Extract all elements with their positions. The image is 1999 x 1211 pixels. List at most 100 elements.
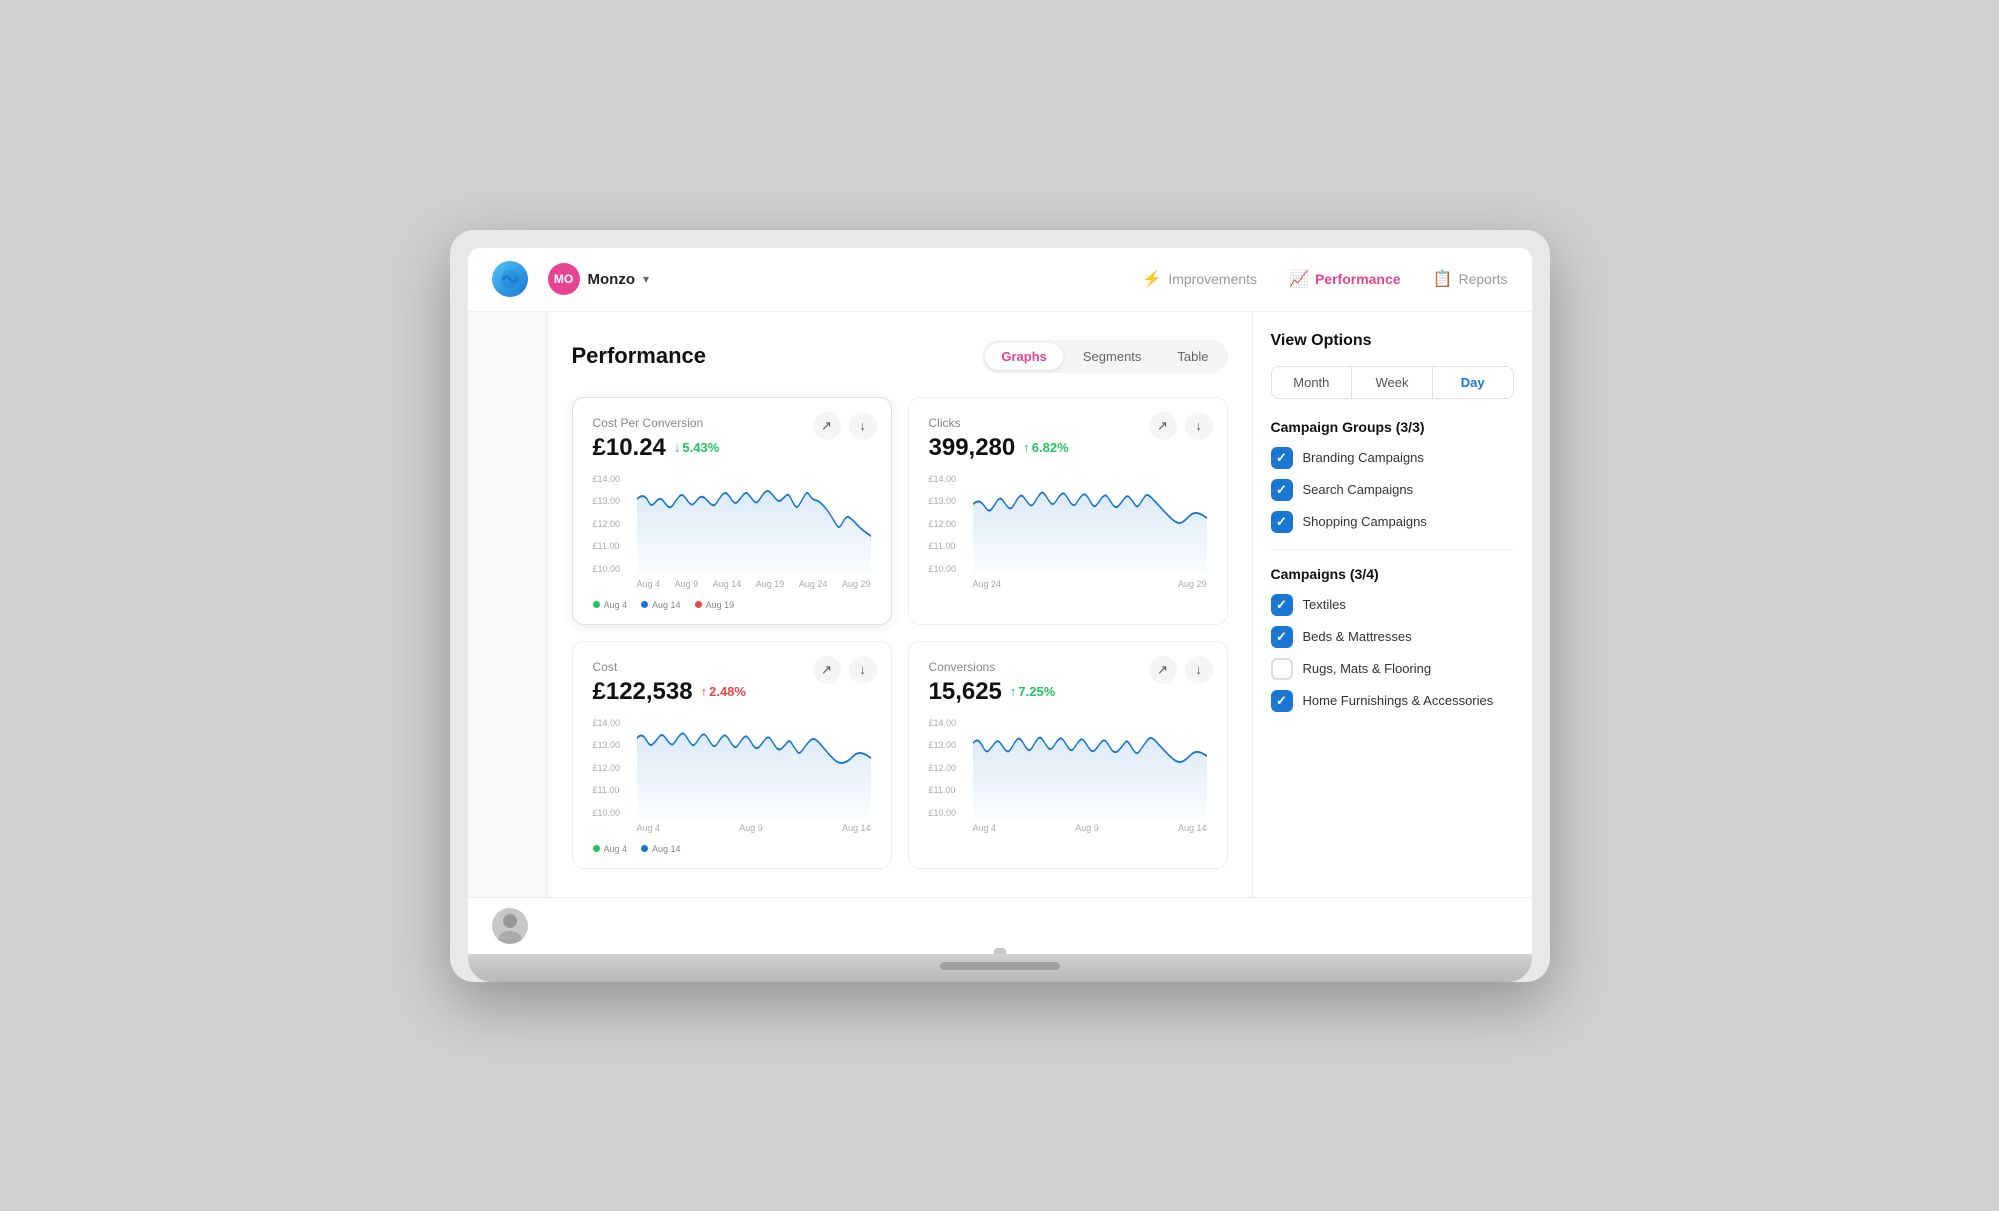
download-button-cpc[interactable]: ↓ bbox=[849, 412, 877, 440]
expand-button-conversions[interactable]: ↗ bbox=[1149, 656, 1177, 684]
view-options-row: Month Week Day bbox=[1271, 366, 1514, 399]
expand-button-cost[interactable]: ↗ bbox=[813, 656, 841, 684]
chart-area-conversions bbox=[973, 718, 1207, 818]
tab-segments[interactable]: Segments bbox=[1067, 343, 1158, 370]
chart-y-labels-cpc: £14.00 £13.00 £12.00 £11.00 £10.00 bbox=[593, 474, 637, 574]
checkbox-textiles[interactable]: ✓ Textiles bbox=[1271, 594, 1514, 616]
metric-value-clicks: 399,280 bbox=[929, 434, 1016, 462]
nav-items: ⚡ Improvements 📈 Performance 📋 Reports bbox=[1142, 269, 1507, 289]
checkbox-shopping[interactable]: ✓ Shopping Campaigns bbox=[1271, 511, 1514, 533]
view-tabs: Graphs Segments Table bbox=[982, 340, 1227, 373]
metric-change-cost: ↑ 2.48% bbox=[701, 684, 746, 699]
brand-avatar: MO bbox=[548, 263, 580, 295]
chart-x-labels-cpc: Aug 4 Aug 9 Aug 14 Aug 19 Aug 24 Aug 29 bbox=[637, 574, 871, 594]
legend-aug19: Aug 19 bbox=[695, 600, 735, 610]
metric-actions-clicks: ↗ ↓ bbox=[1149, 412, 1213, 440]
chart-area-clicks bbox=[973, 474, 1207, 574]
checkbox-label-search: Search Campaigns bbox=[1303, 482, 1414, 497]
sidebar bbox=[468, 312, 548, 897]
download-button-clicks[interactable]: ↓ bbox=[1185, 412, 1213, 440]
chart-area-cost bbox=[637, 718, 871, 818]
divider-1 bbox=[1271, 549, 1514, 550]
download-button-conversions[interactable]: ↓ bbox=[1185, 656, 1213, 684]
chart-y-labels-clicks: £14.00 £13.00 £12.00 £11.00 £10.00 bbox=[929, 474, 973, 574]
checkbox-label-shopping: Shopping Campaigns bbox=[1303, 514, 1427, 529]
tab-graphs[interactable]: Graphs bbox=[985, 343, 1063, 370]
chart-x-labels-cost: Aug 4 Aug 9 Aug 14 bbox=[637, 818, 871, 838]
check-icon-shopping: ✓ bbox=[1276, 514, 1287, 530]
up-arrow-icon-conversions: ↑ bbox=[1010, 684, 1017, 699]
right-panel: View Options Month Week Day Campaign Gro… bbox=[1252, 312, 1532, 897]
nav-brand[interactable]: MO Monzo ▾ bbox=[548, 263, 650, 295]
legend-cost-aug14: Aug 14 bbox=[641, 844, 681, 854]
checkbox-rugs[interactable]: Rugs, Mats & Flooring bbox=[1271, 658, 1514, 680]
checkbox-label-textiles: Textiles bbox=[1303, 597, 1346, 612]
panel-title: View Options bbox=[1271, 332, 1514, 350]
metric-card-cost-per-conversion: Cost Per Conversion £10.24 ↓ 5.43% ↗ bbox=[572, 397, 892, 625]
checkbox-label-home: Home Furnishings & Accessories bbox=[1303, 693, 1494, 708]
nav-item-reports[interactable]: 📋 Reports bbox=[1433, 269, 1508, 289]
metric-card-clicks: Clicks 399,280 ↑ 6.82% ↗ ↓ bbox=[908, 397, 1228, 625]
checkbox-search[interactable]: ✓ Search Campaigns bbox=[1271, 479, 1514, 501]
checkbox-branding[interactable]: ✓ Branding Campaigns bbox=[1271, 447, 1514, 469]
nav-item-improvements[interactable]: ⚡ Improvements bbox=[1142, 269, 1257, 289]
expand-button-cpc[interactable]: ↗ bbox=[813, 412, 841, 440]
laptop-base bbox=[468, 954, 1532, 982]
chart-y-labels-cost: £14.00 £13.00 £12.00 £11.00 £10.00 bbox=[593, 718, 637, 818]
metric-actions-cpc: ↗ ↓ bbox=[813, 412, 877, 440]
brand-dropdown-icon: ▾ bbox=[643, 272, 649, 286]
metrics-grid: Cost Per Conversion £10.24 ↓ 5.43% ↗ bbox=[572, 397, 1228, 869]
view-option-day[interactable]: Day bbox=[1433, 367, 1513, 398]
metric-actions-conversions: ↗ ↓ bbox=[1149, 656, 1213, 684]
chart-y-labels-conversions: £14.00 £13.00 £12.00 £11.00 £10.00 bbox=[929, 718, 973, 818]
checkbox-label-beds: Beds & Mattresses bbox=[1303, 629, 1412, 644]
metric-value-cost: £122,538 bbox=[593, 678, 693, 706]
checkbox-box-beds[interactable]: ✓ bbox=[1271, 626, 1293, 648]
checkbox-label-rugs: Rugs, Mats & Flooring bbox=[1303, 661, 1432, 676]
download-button-cost[interactable]: ↓ bbox=[849, 656, 877, 684]
check-icon-search: ✓ bbox=[1276, 482, 1287, 498]
chart-legend-cost: Aug 4 Aug 14 bbox=[593, 844, 871, 854]
checkbox-box-search[interactable]: ✓ bbox=[1271, 479, 1293, 501]
check-icon-beds: ✓ bbox=[1276, 629, 1287, 645]
checkbox-beds[interactable]: ✓ Beds & Mattresses bbox=[1271, 626, 1514, 648]
checkbox-box-rugs[interactable] bbox=[1271, 658, 1293, 680]
checkbox-home[interactable]: ✓ Home Furnishings & Accessories bbox=[1271, 690, 1514, 712]
legend-aug14: Aug 14 bbox=[641, 600, 681, 610]
user-avatar bbox=[492, 908, 528, 944]
check-icon-branding: ✓ bbox=[1276, 450, 1287, 466]
top-nav: MO Monzo ▾ ⚡ Improvements 📈 Performance bbox=[468, 248, 1532, 312]
tab-table[interactable]: Table bbox=[1161, 343, 1224, 370]
up-arrow-icon-clicks: ↑ bbox=[1023, 440, 1030, 455]
nav-item-performance-label: Performance bbox=[1315, 271, 1401, 287]
campaign-groups-heading: Campaign Groups (3/3) bbox=[1271, 419, 1514, 435]
laptop-notch bbox=[994, 948, 1006, 954]
checkbox-box-shopping[interactable]: ✓ bbox=[1271, 511, 1293, 533]
checkbox-box-home[interactable]: ✓ bbox=[1271, 690, 1293, 712]
metric-change-cpc: ↓ 5.43% bbox=[674, 440, 719, 455]
view-option-week[interactable]: Week bbox=[1352, 367, 1433, 398]
checkbox-box-textiles[interactable]: ✓ bbox=[1271, 594, 1293, 616]
metric-change-conversions: ↑ 7.25% bbox=[1010, 684, 1055, 699]
expand-button-clicks[interactable]: ↗ bbox=[1149, 412, 1177, 440]
chart-x-labels-clicks: Aug 24 Aug 29 bbox=[973, 574, 1207, 594]
chart-clicks: £14.00 £13.00 £12.00 £11.00 £10.00 bbox=[929, 474, 1207, 594]
nav-item-reports-label: Reports bbox=[1458, 271, 1507, 287]
metric-card-conversions: Conversions 15,625 ↑ 7.25% ↗ ↓ bbox=[908, 641, 1228, 869]
chart-area-cpc bbox=[637, 474, 871, 574]
brand-name: Monzo bbox=[588, 271, 635, 288]
checkbox-box-branding[interactable]: ✓ bbox=[1271, 447, 1293, 469]
metric-change-clicks: ↑ 6.82% bbox=[1023, 440, 1068, 455]
check-icon-home: ✓ bbox=[1276, 693, 1287, 709]
metric-value-conversions: 15,625 bbox=[929, 678, 1002, 706]
main-content: Performance Graphs Segments Table Cost P… bbox=[468, 312, 1532, 897]
view-option-month[interactable]: Month bbox=[1272, 367, 1353, 398]
bottom-bar bbox=[468, 897, 1532, 954]
nav-item-performance[interactable]: 📈 Performance bbox=[1289, 269, 1401, 289]
page-title: Performance bbox=[572, 343, 963, 369]
chart-cpc: £14.00 £13.00 £12.00 £11.00 £10.00 bbox=[593, 474, 871, 594]
chart-cost: £14.00 £13.00 £12.00 £11.00 £10.00 bbox=[593, 718, 871, 838]
metric-card-cost: Cost £122,538 ↑ 2.48% ↗ ↓ bbox=[572, 641, 892, 869]
legend-aug4: Aug 4 bbox=[593, 600, 628, 610]
laptop-screen: MO Monzo ▾ ⚡ Improvements 📈 Performance bbox=[468, 248, 1532, 954]
